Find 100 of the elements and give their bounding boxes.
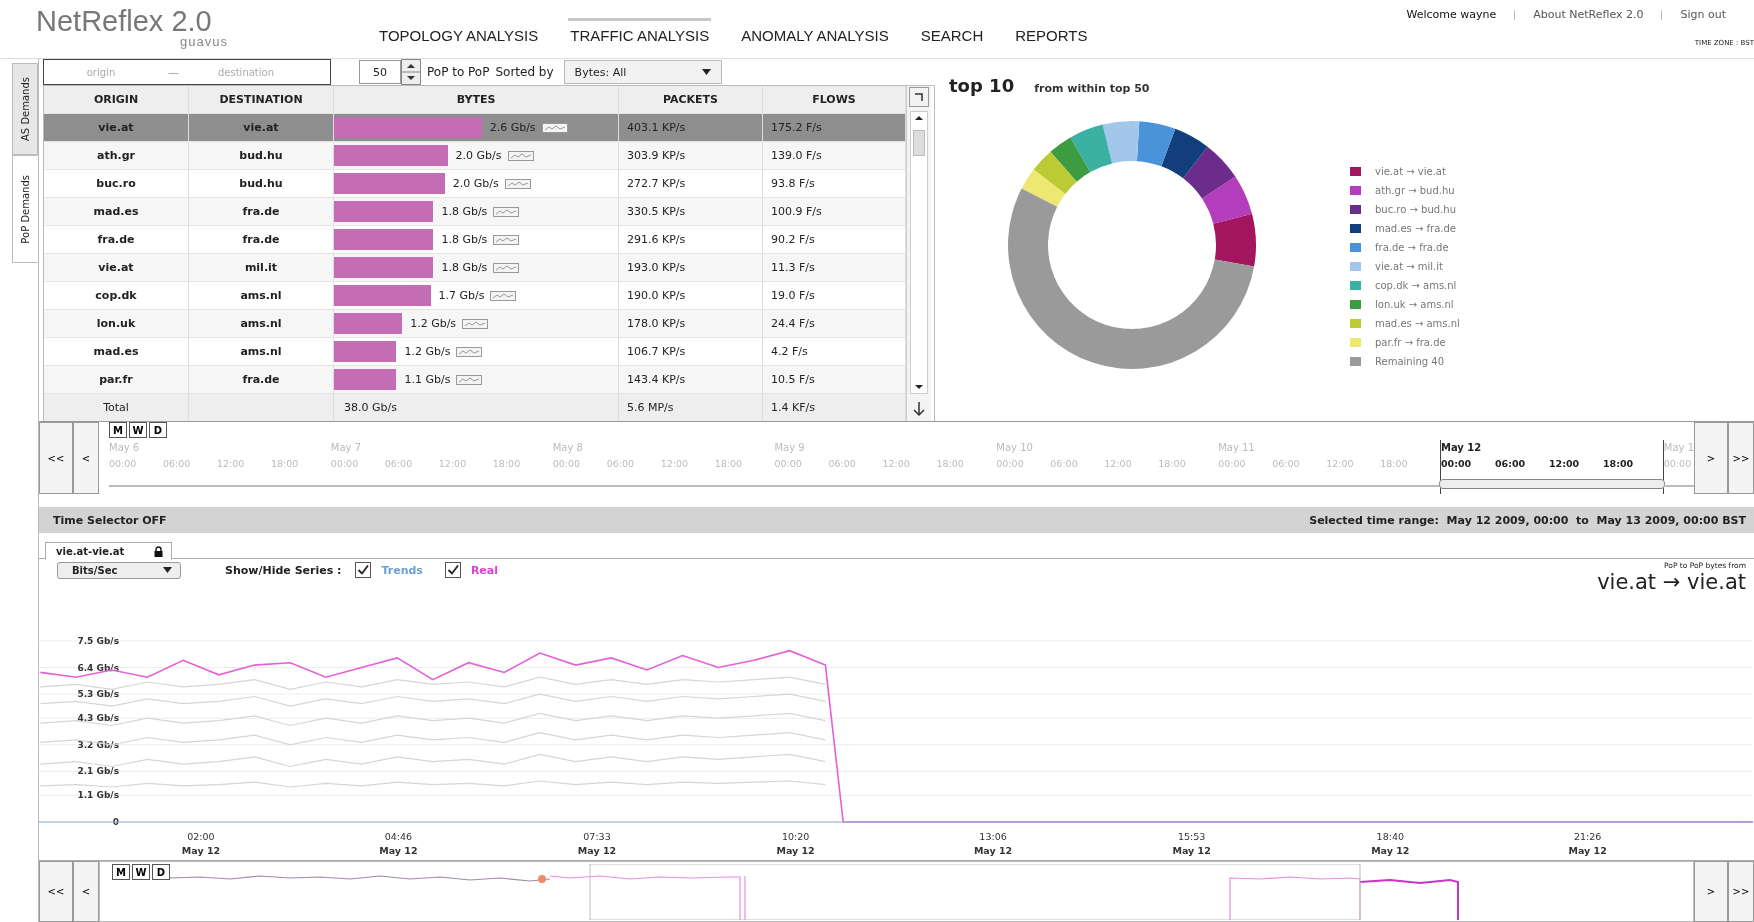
table-row[interactable]: lon.uk ams.nl 1.2 Gb/s 178.0 KP/s 24.4 F/s	[44, 310, 906, 338]
donut-slice[interactable]	[1183, 146, 1236, 199]
timeline-scroll-button[interactable]: <	[73, 422, 99, 494]
hour-label: 00:00	[109, 458, 138, 469]
table-row[interactable]: buc.ro bud.hu 2.0 Gb/s 272.7 KP/s 93.8 F/s	[44, 170, 906, 198]
hour-label: 00:00	[1218, 458, 1247, 469]
logo-text: NetReflex 2.0	[36, 6, 213, 36]
column-header[interactable]: BYTES	[334, 86, 619, 113]
x-date-label: May 12	[1172, 845, 1211, 857]
lock-icon	[154, 545, 164, 557]
navigator-scroll-button[interactable]: <<	[39, 861, 73, 922]
scrollbar-thumb[interactable]	[913, 130, 925, 156]
timeline-scroll-button[interactable]: >>	[1728, 422, 1754, 494]
units-dropdown[interactable]: Bits/Sec	[57, 561, 181, 579]
sparkline-icon[interactable]	[490, 290, 517, 301]
bytes-value: 1.2 Gb/s	[410, 317, 457, 330]
nav-tab[interactable]: ANOMALY ANALYSIS	[739, 18, 891, 44]
spinner-icon[interactable]	[401, 59, 421, 85]
table-row[interactable]: vie.at mil.it 1.8 Gb/s 193.0 KP/s 11.3 F/s	[44, 254, 906, 282]
packets-cell: 303.9 KP/s	[619, 142, 763, 169]
table-row[interactable]: cop.dk ams.nl 1.7 Gb/s 190.0 KP/s 19.0 F/s	[44, 282, 906, 310]
destination-input[interactable]: destination	[189, 65, 303, 79]
donut-slice[interactable]	[1202, 176, 1252, 224]
sparkline-icon[interactable]	[504, 178, 531, 189]
y-axis-label: 5.3 Gb/s	[77, 689, 119, 700]
column-header[interactable]: ORIGIN	[44, 86, 189, 113]
sparkline-icon[interactable]	[493, 206, 520, 217]
sparkline-icon[interactable]	[541, 122, 568, 133]
column-header[interactable]: DESTINATION	[189, 86, 334, 113]
origin-cell: lon.uk	[44, 310, 189, 337]
legend-label: Remaining 40	[1375, 355, 1444, 367]
overview-panel[interactable]: M W D	[99, 861, 1694, 922]
timeline-day[interactable]: May 12 00:00 06:00 12:00 18:00	[1439, 440, 1664, 494]
donut-slice[interactable]	[1136, 121, 1176, 167]
header-link[interactable]: Sign out	[1680, 8, 1726, 21]
x-axis-label: 02:00	[187, 831, 215, 843]
origin-cell: cop.dk	[44, 282, 189, 309]
x-date-label: May 12	[181, 845, 221, 857]
series-checkbox[interactable]	[355, 562, 372, 578]
table-row[interactable]: mad.es fra.de 1.8 Gb/s 330.5 KP/s 100.9 F/s	[44, 198, 906, 226]
hour-label: 18:00	[1158, 458, 1187, 469]
sort-dropdown[interactable]: Bytes: All	[563, 60, 722, 84]
hour-label: 00:00	[1663, 458, 1692, 469]
series-checkbox[interactable]	[444, 562, 461, 578]
packets-cell: 291.6 KP/s	[619, 226, 763, 253]
top-count-subtitle: from within top 50	[1034, 82, 1150, 95]
hour-label: 12:00	[217, 458, 246, 469]
origin-cell: buc.ro	[44, 170, 189, 197]
sparkline-icon[interactable]	[456, 346, 483, 357]
x-axis-label: 18:40	[1376, 831, 1404, 843]
hour-label: 00:00	[330, 458, 360, 469]
header-link[interactable]: About NetReflex 2.0	[1533, 8, 1644, 21]
table-row[interactable]: mad.es ams.nl 1.2 Gb/s 106.7 KP/s 4.2 F/s	[44, 338, 906, 366]
time-selector-status[interactable]: Time Selector OFF	[53, 513, 167, 527]
sparkline-icon[interactable]	[462, 318, 489, 329]
zoom-level-button[interactable]: W	[132, 864, 150, 881]
navigator-scroll-button[interactable]: >	[1694, 861, 1728, 922]
y-axis-label: 1.1 Gb/s	[77, 790, 119, 801]
sparkline-icon[interactable]	[493, 234, 520, 245]
count-field[interactable]: 50	[359, 60, 401, 84]
navigator-scroll-button[interactable]: <	[73, 861, 99, 922]
origin-cell: fra.de	[44, 226, 189, 253]
zoom-level-button[interactable]: D	[149, 422, 167, 438]
zoom-level-button[interactable]: D	[152, 864, 170, 881]
x-axis-label: 15:53	[1177, 831, 1206, 843]
chart-tab[interactable]: vie.at-vie.at	[45, 542, 173, 560]
donut-slice[interactable]	[1161, 128, 1208, 179]
zoom-level-button[interactable]: W	[129, 422, 147, 438]
nav-tab[interactable]: TRAFFIC ANALYSIS	[568, 18, 712, 44]
sparkline-icon[interactable]	[507, 150, 534, 161]
column-header[interactable]: PACKETS	[619, 86, 763, 113]
legend-label: cop.dk → ams.nl	[1375, 279, 1457, 291]
table-scrollbar[interactable]	[910, 111, 928, 394]
nav-tab[interactable]: TOPOLOGY ANALYSIS	[377, 18, 541, 44]
x-axis-label: 07:33	[583, 831, 611, 843]
side-tab[interactable]: AS Demands	[12, 63, 38, 155]
table-row[interactable]: fra.de fra.de 1.8 Gb/s 291.6 KP/s 90.2 F/s	[44, 226, 906, 254]
origin-input[interactable]: origin	[44, 65, 158, 79]
x-axis-label: 21:26	[1573, 831, 1602, 843]
sparkline-icon[interactable]	[493, 262, 520, 273]
timeline-scroll-button[interactable]: <<	[39, 422, 73, 494]
timeline-scroll-button[interactable]: >	[1694, 422, 1728, 494]
table-row[interactable]: ath.gr bud.hu 2.0 Gb/s 303.9 KP/s 139.0 F/s	[44, 142, 906, 170]
donut-slice[interactable]	[1213, 213, 1256, 267]
nav-tab[interactable]: REPORTS	[1013, 18, 1090, 44]
donut-slice[interactable]	[1008, 188, 1255, 369]
table-row[interactable]: vie.at vie.at 2.6 Gb/s 403.1 KP/s 175.2 F/s	[44, 114, 906, 142]
column-menu-icon[interactable]	[908, 86, 930, 108]
side-tab[interactable]: PoP Demands	[12, 155, 38, 263]
hour-label: 18:00	[936, 458, 965, 469]
zoom-level-button[interactable]: M	[112, 864, 130, 881]
timeline-slider-thumb[interactable]	[1438, 479, 1665, 489]
hour-label: 06:00	[828, 458, 857, 469]
nav-tab[interactable]: SEARCH	[918, 18, 986, 44]
sparkline-icon[interactable]	[456, 374, 483, 385]
table-row[interactable]: par.fr fra.de 1.1 Gb/s 143.4 KP/s 10.5 F/s	[44, 366, 906, 394]
zoom-level-button[interactable]: M	[109, 422, 127, 438]
navigator-scroll-button[interactable]: >>	[1728, 861, 1754, 922]
y-axis-label: 3.2 Gb/s	[77, 739, 119, 750]
series-name: Trends	[381, 563, 423, 577]
